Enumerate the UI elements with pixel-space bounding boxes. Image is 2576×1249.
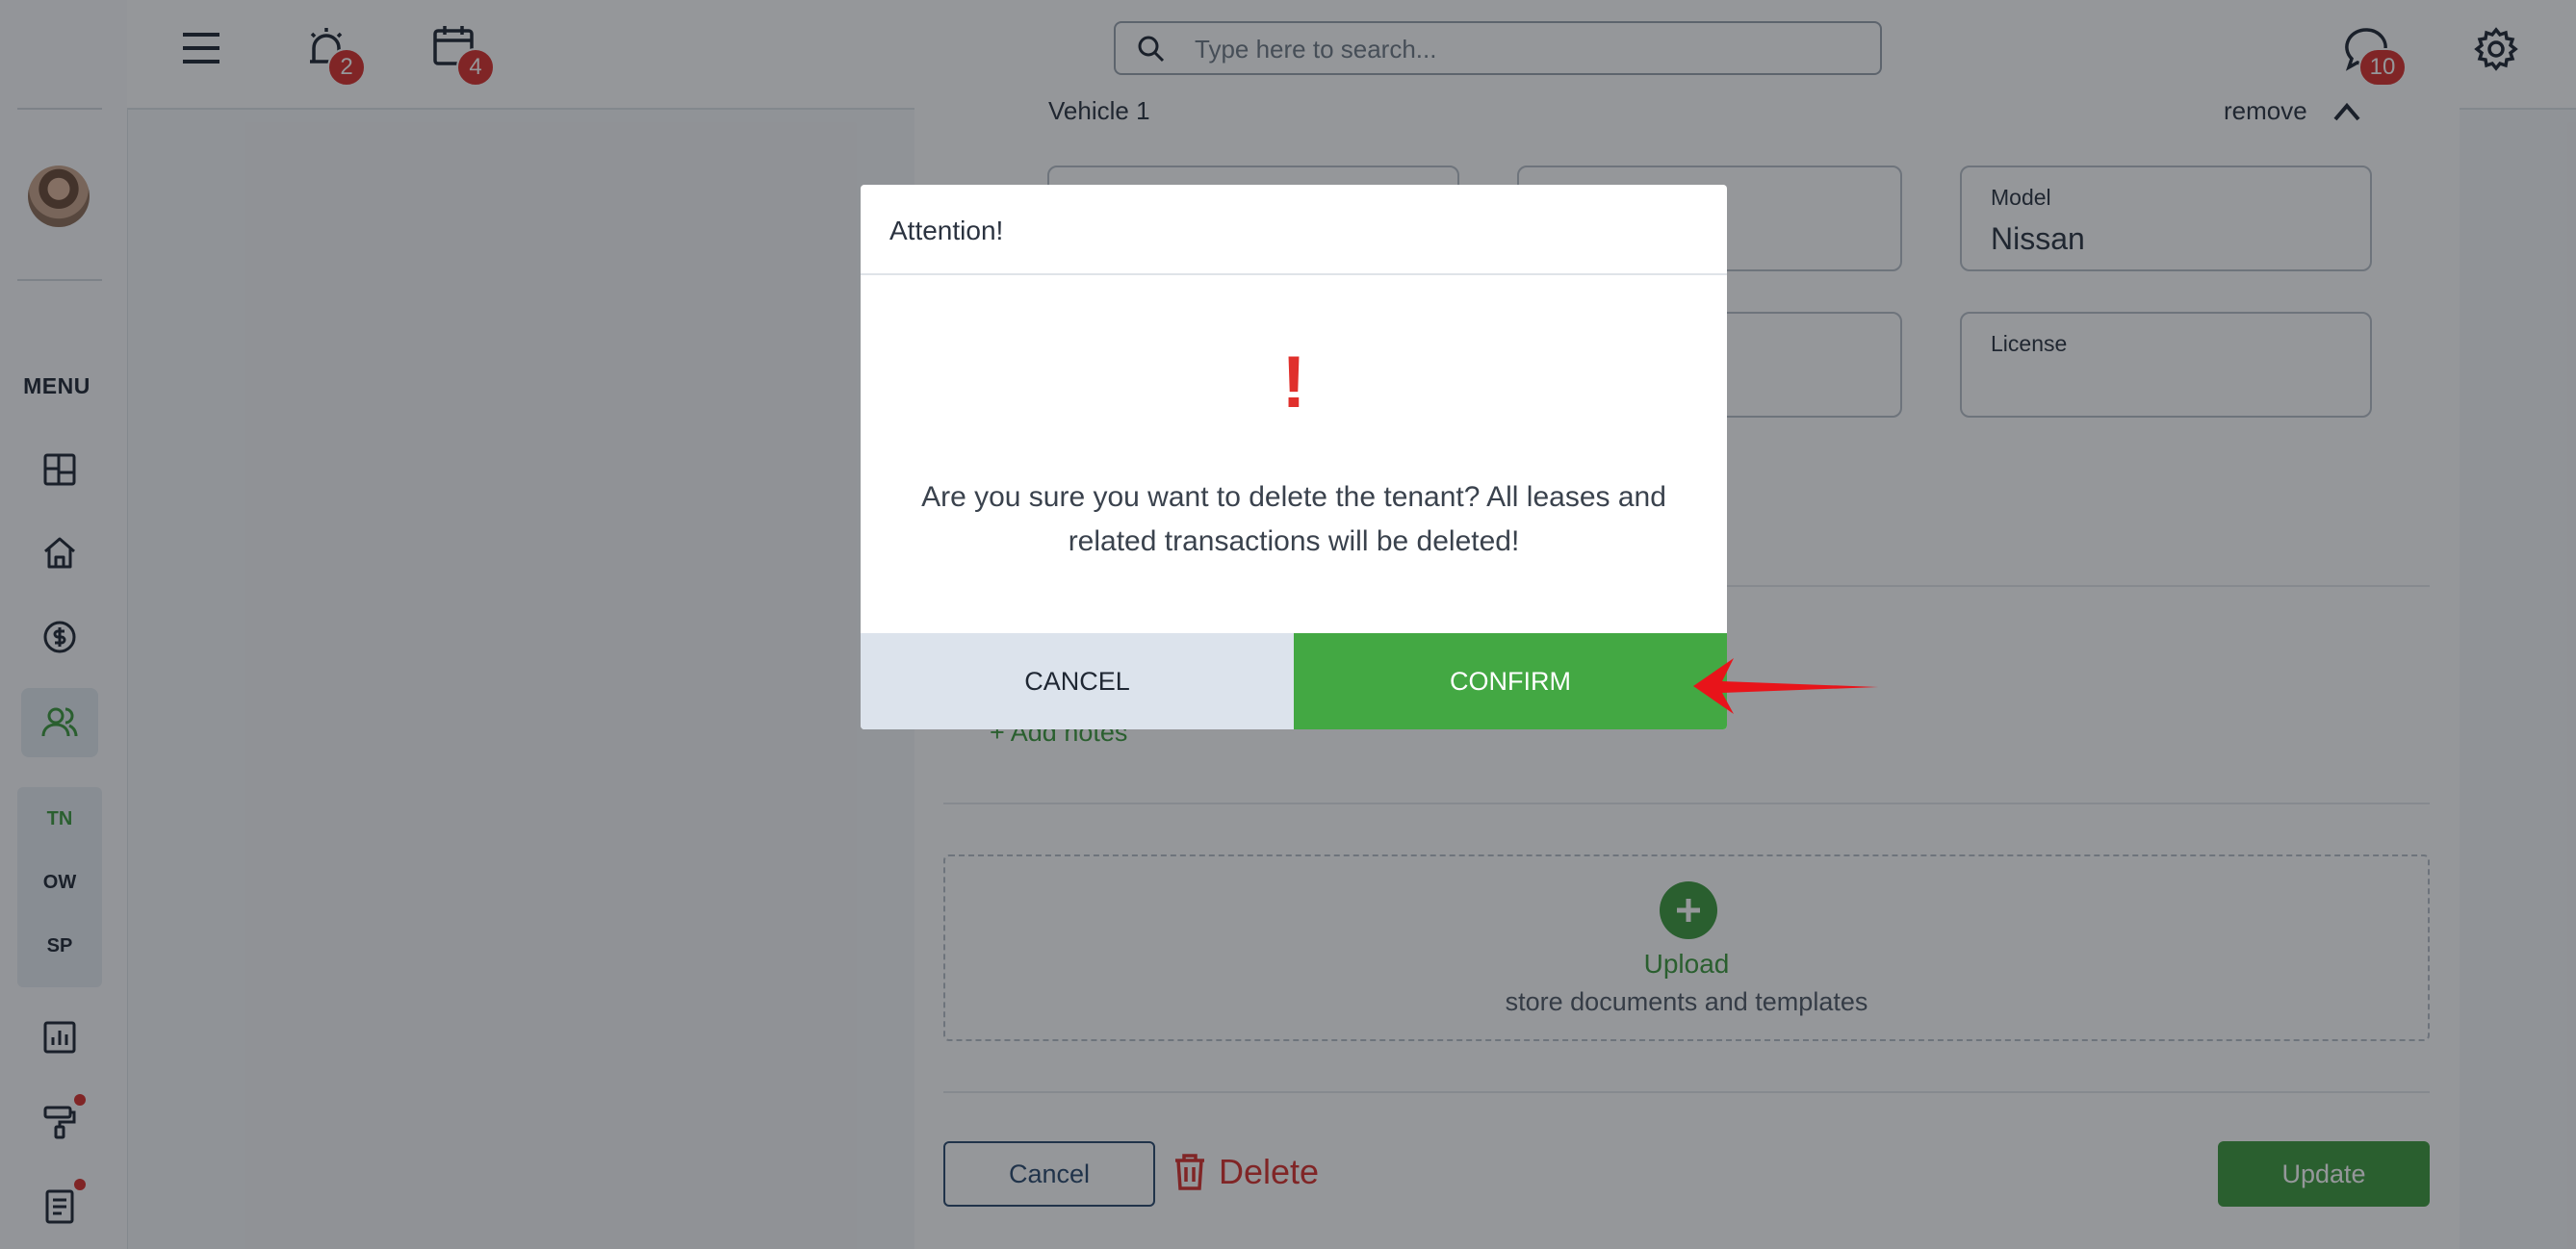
dialog-title: Attention! — [889, 216, 1004, 245]
warning-exclamation-icon: ! — [1281, 342, 1306, 423]
dialog-message: Are you sure you want to delete the tena… — [921, 481, 1666, 557]
dialog-header: Attention! — [861, 185, 1727, 275]
dialog-cancel-button[interactable]: CANCEL — [861, 633, 1294, 729]
annotation-arrow-icon — [1693, 658, 1878, 714]
confirm-delete-dialog: Attention! ! Are you sure you want to de… — [861, 185, 1727, 729]
dialog-confirm-button[interactable]: CONFIRM — [1294, 633, 1727, 729]
